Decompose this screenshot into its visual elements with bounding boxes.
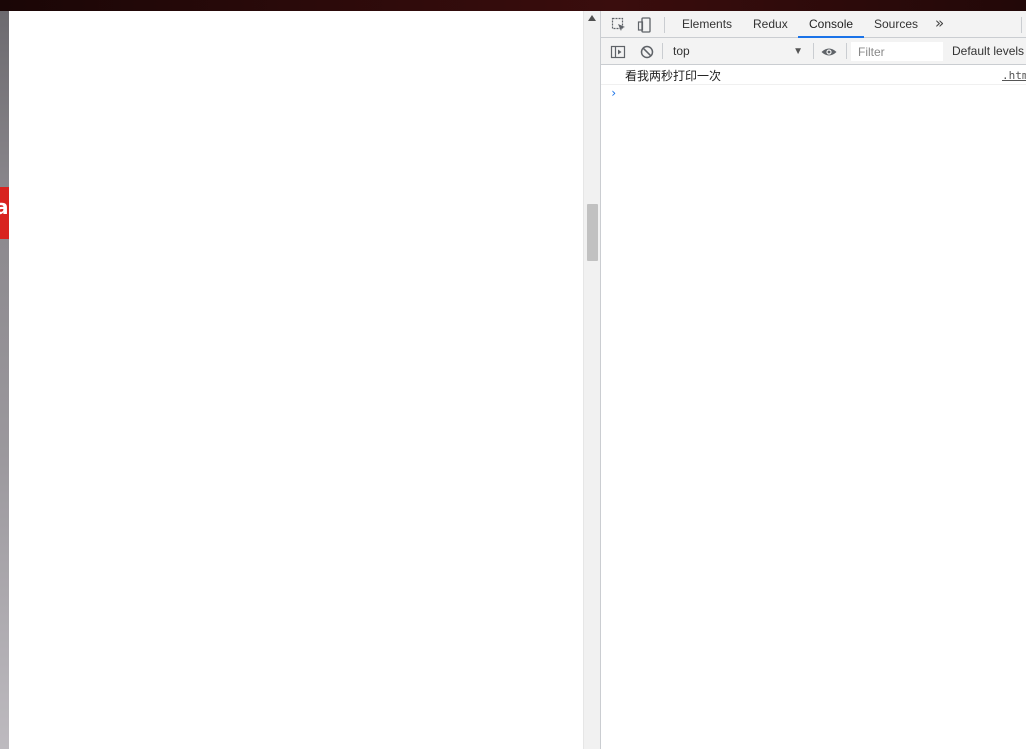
console-prompt-icon[interactable]: › <box>610 86 617 100</box>
clear-console-icon[interactable] <box>638 43 656 61</box>
console-toolbar: top ▼ Default levels <box>601 38 1026 65</box>
context-select-value: top <box>673 44 690 58</box>
scroll-thumb[interactable] <box>587 204 598 261</box>
page-scrollbar[interactable] <box>583 11 600 749</box>
desktop-background-edge <box>0 11 9 749</box>
filter-input[interactable] <box>851 42 943 61</box>
toolbar-separator <box>662 43 663 59</box>
console-sidebar-icon[interactable] <box>609 43 627 61</box>
log-levels-dropdown[interactable]: Default levels <box>952 42 1024 61</box>
tab-sources[interactable]: Sources <box>863 11 929 38</box>
scroll-up-arrow-icon[interactable] <box>588 15 596 21</box>
more-tabs-chevron-icon[interactable]: » <box>935 14 944 32</box>
app-tile-glyph: a <box>0 195 9 219</box>
tab-redux[interactable]: Redux <box>742 11 799 38</box>
console-message-source-link[interactable]: .htm <box>1002 69 1026 82</box>
desktop-app-tile[interactable]: a <box>0 187 9 239</box>
device-toolbar-icon[interactable] <box>636 16 654 34</box>
dropdown-caret-icon: ▼ <box>793 46 803 57</box>
console-message-text: 看我两秒打印一次 <box>625 69 722 83</box>
desktop-top-strip <box>0 0 1026 11</box>
toolbar-separator <box>846 43 847 59</box>
console-output[interactable]: 看我两秒打印一次 .htm › <box>601 65 1026 749</box>
devtools-tab-bar: Elements Redux Console Sources » <box>601 11 1026 38</box>
live-expression-eye-icon[interactable] <box>820 43 838 61</box>
tab-separator <box>664 17 665 33</box>
inspect-element-icon[interactable] <box>610 16 628 34</box>
devtools-panel: Elements Redux Console Sources » top ▼ F… <box>600 11 1026 749</box>
tab-elements[interactable]: Elements <box>671 11 743 38</box>
console-message: 看我两秒打印一次 .htm <box>601 65 1026 85</box>
tab-console[interactable]: Console <box>798 11 865 38</box>
toolbar-separator <box>813 43 814 59</box>
browser-page-viewport[interactable] <box>9 11 583 749</box>
tab-separator <box>1021 17 1022 33</box>
context-select[interactable]: top ▼ <box>667 42 807 61</box>
